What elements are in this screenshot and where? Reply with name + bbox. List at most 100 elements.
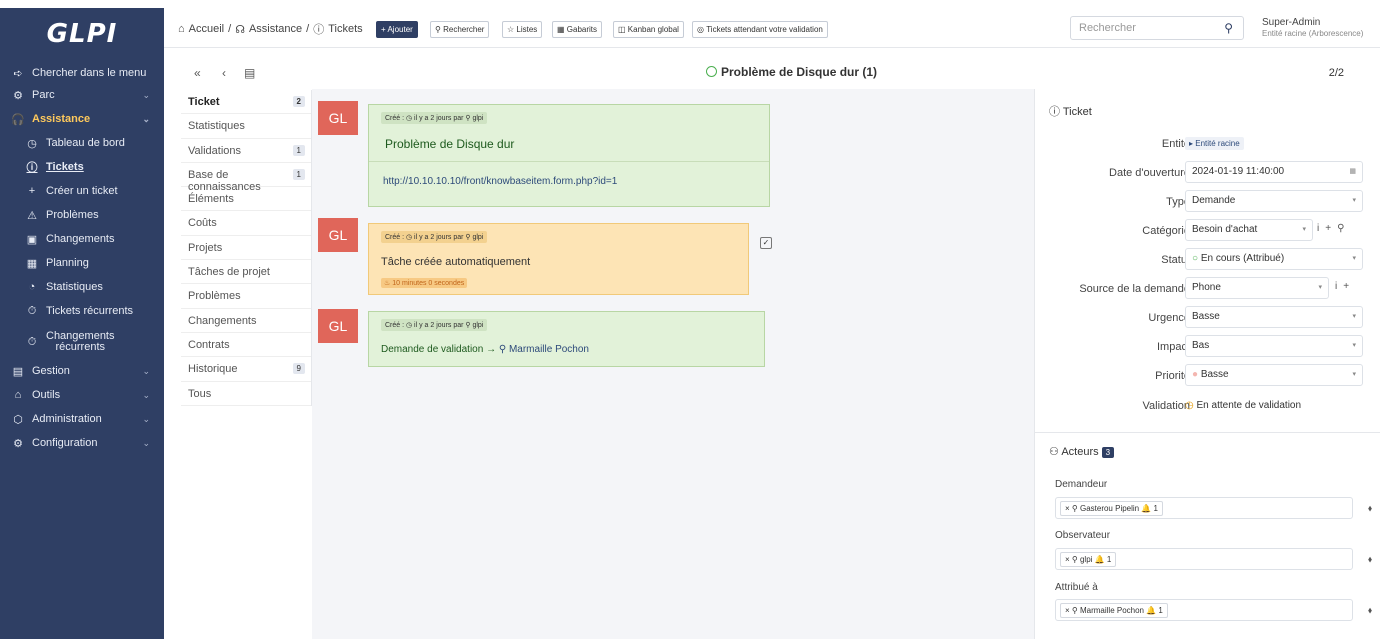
calendar-icon[interactable]: ▦: [1349, 167, 1356, 175]
tab-all[interactable]: Tous: [181, 382, 311, 406]
user-menu[interactable]: Super-Admin Entité racine (Arborescence): [1262, 17, 1363, 39]
home-icon: ⌂: [178, 23, 185, 35]
back-icon[interactable]: ‹: [222, 66, 226, 80]
source-actions[interactable]: i+: [1335, 281, 1355, 292]
observer-tag[interactable]: × ⚲ glpi 🔔 1: [1060, 552, 1117, 567]
plus-icon: +: [28, 185, 36, 197]
info-icon: ⓘ: [313, 24, 325, 36]
assigned-tag[interactable]: × ⚲ Marmaille Pochon 🔔 1: [1060, 603, 1168, 618]
item-title: Problème de Disque dur: [385, 137, 515, 151]
waiting-validation-button[interactable]: ◎ Tickets attendant votre validation: [692, 21, 828, 38]
menu-parc[interactable]: ⚙ Parc ⌄: [0, 84, 164, 106]
requester-field[interactable]: × ⚲ Gasterou Pipelin 🔔 1: [1055, 497, 1353, 519]
tab-projects[interactable]: Projets: [181, 236, 311, 261]
headset-icon: 🎧: [11, 113, 25, 126]
chevron-down-icon: ▾: [1352, 371, 1356, 378]
lists-button[interactable]: ☆ Listes: [502, 21, 543, 38]
entity-badge[interactable]: ▸ Entité racine: [1185, 137, 1244, 150]
menu-problems[interactable]: ⚠ Problèmes: [0, 204, 164, 226]
menu-planning[interactable]: ▦ Planning: [0, 252, 164, 274]
info-icon[interactable]: i: [1335, 281, 1343, 292]
plus-icon[interactable]: +: [1325, 223, 1337, 234]
add-button[interactable]: + Ajouter: [376, 21, 418, 38]
status-select[interactable]: ○ En cours (Attribué) ▾: [1185, 248, 1363, 270]
validation-text: Demande de validation → ⚲ Marmaille Poch…: [381, 344, 589, 355]
plus-icon[interactable]: +: [1343, 281, 1355, 292]
task-checkbox[interactable]: ✓: [760, 237, 772, 249]
timeline: GL Créé : ◷ il y a 2 jours par ⚲ glpi Pr…: [312, 89, 1034, 639]
requester-tag[interactable]: × ⚲ Gasterou Pipelin 🔔 1: [1060, 501, 1163, 516]
templates-button[interactable]: ▦ Gabarits: [552, 21, 603, 38]
sidebar: GLPI ➪ Chercher dans le menu ⚙ Parc ⌄ 🎧 Assi…: [0, 8, 164, 639]
menu-gestion[interactable]: ▤ Gestion ⌄: [0, 360, 164, 382]
menu-administration[interactable]: ⬡ Administration ⌄: [0, 408, 164, 430]
assigned-field[interactable]: × ⚲ Marmaille Pochon 🔔 1: [1055, 599, 1353, 621]
date-field[interactable]: 2024-01-19 11:40:00 ▦: [1185, 161, 1363, 183]
priority-select[interactable]: ● Basse ▾: [1185, 364, 1363, 386]
timeline-item-task[interactable]: Créé : ◷ il y a 2 jours par ⚲ glpi Tâche…: [368, 223, 749, 295]
star-icon: ☆: [507, 25, 517, 34]
pin-icon[interactable]: ⬧: [1368, 605, 1372, 616]
tab-changes[interactable]: Changements: [181, 309, 311, 333]
search-button[interactable]: ⚲ Rechercher: [430, 21, 490, 38]
tab-validations[interactable]: Validations 1: [181, 139, 311, 163]
menu-configuration[interactable]: ⚙ Configuration ⌄: [0, 432, 164, 454]
observer-field[interactable]: × ⚲ glpi 🔔 1: [1055, 548, 1353, 570]
ticket-section-header[interactable]: ⓘ Ticket: [1049, 103, 1092, 119]
menu-dashboard[interactable]: ◷ Tableau de bord: [0, 132, 164, 154]
tab-contracts[interactable]: Contrats: [181, 333, 311, 358]
info-icon[interactable]: i: [1317, 223, 1325, 234]
tab-costs[interactable]: Coûts: [181, 211, 311, 236]
menu-tickets[interactable]: ⓘ Tickets: [0, 156, 164, 178]
task-text: Tâche créée automatiquement: [381, 256, 531, 268]
tab-problems[interactable]: Problèmes: [181, 284, 311, 309]
list-icon[interactable]: ▤: [244, 66, 255, 80]
source-select[interactable]: Phone ▾: [1185, 277, 1329, 299]
avatar: GL: [318, 101, 358, 135]
menu-recurrent-tickets[interactable]: ⏱ Tickets récurrents: [0, 300, 164, 322]
tab-ticket[interactable]: Ticket 2: [181, 90, 311, 115]
actors-section-header[interactable]: ⚇ Acteurs 3: [1049, 445, 1115, 458]
item-meta: Créé : ◷ il y a 2 jours par ⚲ glpi: [381, 231, 488, 243]
type-select[interactable]: Demande ▾: [1185, 190, 1363, 212]
search-icon[interactable]: ⚲: [1224, 21, 1233, 35]
global-search-input[interactable]: Rechercher ⚲: [1070, 16, 1244, 40]
menu-changes[interactable]: ▣ Changements: [0, 228, 164, 250]
search-icon[interactable]: ⚲: [1337, 223, 1350, 234]
tab-elements[interactable]: Éléments: [181, 187, 311, 212]
breadcrumb-page[interactable]: Tickets: [328, 23, 362, 35]
menu-search[interactable]: ➪ Chercher dans le menu: [0, 62, 164, 84]
chevron-down-icon: ▾: [1352, 255, 1356, 262]
tab-history[interactable]: Historique 9: [181, 357, 311, 382]
chevron-down-icon: ⌄: [142, 89, 150, 100]
pin-icon[interactable]: ⬧: [1368, 503, 1372, 514]
glpi-logo[interactable]: GLPI: [0, 8, 164, 60]
timeline-item-validation[interactable]: Créé : ◷ il y a 2 jours par ⚲ glpi Deman…: [368, 311, 765, 367]
breadcrumb-home[interactable]: Accueil: [189, 23, 224, 35]
avatar: GL: [318, 218, 358, 252]
template-icon: ▦: [557, 25, 567, 34]
impact-select[interactable]: Bas ▾: [1185, 335, 1363, 357]
timeline-item-followup[interactable]: Créé : ◷ il y a 2 jours par ⚲ glpi Probl…: [368, 104, 770, 207]
validation-status: ◷ En attente de validation: [1185, 400, 1302, 411]
validation-user[interactable]: ⚲ Marmaille Pochon: [499, 344, 589, 355]
kanban-button[interactable]: ◫ Kanban global: [613, 21, 684, 38]
tab-knowledge-base[interactable]: Base de connaissances 1: [181, 163, 311, 193]
menu-create-ticket[interactable]: + Créer un ticket: [0, 180, 164, 202]
tab-statistics[interactable]: Statistiques: [181, 114, 311, 139]
breadcrumb-section[interactable]: Assistance: [249, 23, 302, 35]
urgency-select[interactable]: Basse ▾: [1185, 306, 1363, 328]
pin-icon[interactable]: ⬧: [1368, 554, 1372, 565]
collapse-icon[interactable]: «: [194, 66, 201, 80]
tab-project-tasks[interactable]: Tâches de projet: [181, 260, 311, 285]
menu-stats[interactable]: ◔ Statistiques: [0, 276, 164, 298]
knowbase-link[interactable]: http://10.10.10.10/front/knowbaseitem.fo…: [383, 176, 617, 187]
chevron-down-icon: ▾: [1302, 226, 1306, 233]
ticket-tabs: Ticket 2 Statistiques Validations 1 Base d…: [181, 90, 312, 406]
category-actions[interactable]: i+⚲: [1317, 223, 1350, 234]
category-select[interactable]: Besoin d'achat ▾: [1185, 219, 1313, 241]
breadcrumb: ⌂ Accueil / ☊ Assistance / ⓘ Tickets: [178, 23, 363, 36]
menu-outils[interactable]: ⌂ Outils ⌄: [0, 384, 164, 406]
menu-recurrent-changes[interactable]: ⏱ Changements récurrents: [0, 328, 164, 356]
menu-assistance[interactable]: 🎧 Assistance ⌄: [0, 108, 164, 130]
